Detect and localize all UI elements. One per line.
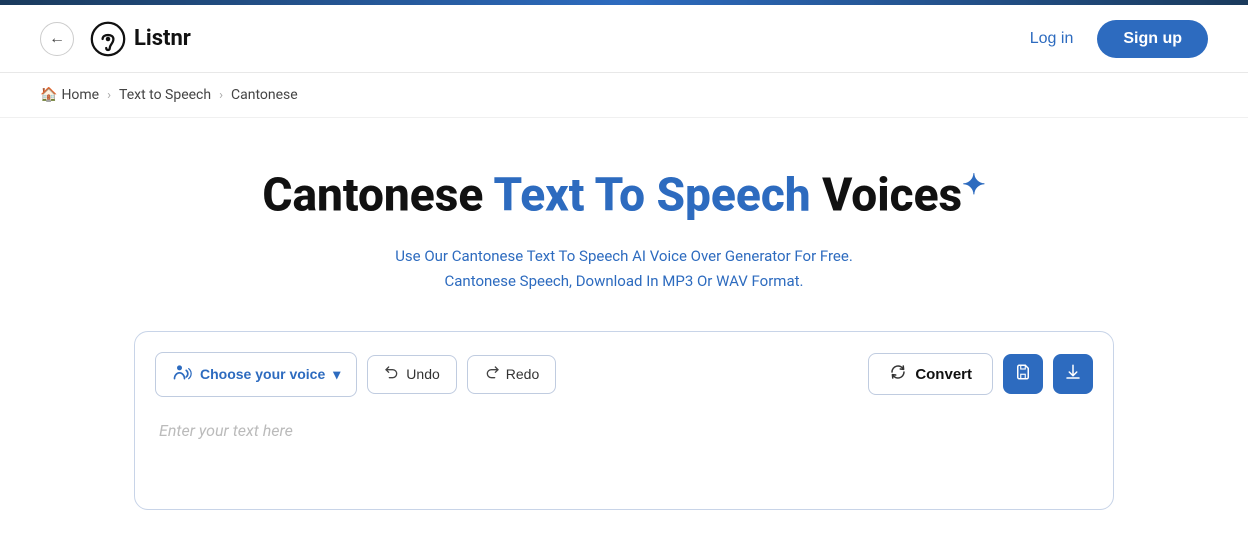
logo[interactable]: Listnr [90, 21, 191, 57]
header-right: Log in Sign up [1030, 20, 1208, 58]
breadcrumb-current-page: Cantonese [231, 87, 298, 103]
undo-button[interactable]: Undo [367, 355, 456, 394]
hero-title-blue: Text To Speech [493, 168, 810, 222]
logo-icon [90, 21, 126, 57]
header-left: ← Listnr [40, 21, 191, 57]
toolbar: Choose your voice ▾ Undo [155, 352, 1093, 397]
text-input[interactable] [155, 413, 1093, 505]
home-icon: 🏠 [40, 87, 57, 103]
back-button[interactable]: ← [40, 22, 74, 56]
convert-button[interactable]: Convert [868, 353, 993, 395]
undo-icon [384, 365, 400, 384]
voice-dropdown-icon: ▾ [333, 366, 340, 383]
hero-subtitle-line1: Use Our Cantonese Text To Speech AI Voic… [395, 247, 853, 265]
hero-title-part1: Cantonese [262, 168, 493, 222]
hero-subtitle-line2: Cantonese Speech, Download In MP3 Or WAV… [445, 272, 804, 290]
breadcrumb-separator-2: › [219, 88, 223, 103]
download-icon [1064, 363, 1082, 386]
voice-svg-icon [172, 362, 192, 382]
choose-voice-label: Choose your voice [200, 366, 325, 382]
breadcrumb-separator-1: › [107, 88, 111, 103]
redo-button[interactable]: Redo [467, 355, 556, 394]
hero-title: Cantonese Text To Speech Voices✦ [262, 168, 985, 224]
sparkle-icon: ✦ [962, 168, 985, 201]
breadcrumb-home-label: Home [61, 87, 99, 103]
login-button[interactable]: Log in [1030, 30, 1074, 48]
redo-icon [484, 365, 500, 384]
download-button[interactable] [1053, 354, 1093, 394]
signup-button[interactable]: Sign up [1097, 20, 1208, 58]
undo-label: Undo [406, 366, 439, 382]
choose-voice-button[interactable]: Choose your voice ▾ [155, 352, 357, 397]
convert-icon [889, 363, 907, 385]
save-icon [1014, 363, 1032, 386]
redo-label: Redo [506, 366, 539, 382]
header: ← Listnr Log in Sign up [0, 5, 1248, 73]
logo-text: Listnr [134, 26, 191, 51]
tool-box: Choose your voice ▾ Undo [134, 331, 1114, 510]
breadcrumb: 🏠 Home › Text to Speech › Cantonese [0, 73, 1248, 118]
hero-subtitle: Use Our Cantonese Text To Speech AI Voic… [395, 244, 853, 295]
breadcrumb-home[interactable]: 🏠 Home [40, 87, 99, 103]
breadcrumb-text-to-speech[interactable]: Text to Speech [119, 87, 211, 103]
convert-label: Convert [915, 366, 972, 383]
save-button[interactable] [1003, 354, 1043, 394]
hero-title-part2: Voices [811, 168, 963, 222]
main-content: Cantonese Text To Speech Voices✦ Use Our… [0, 118, 1248, 540]
voice-icon [172, 362, 192, 387]
